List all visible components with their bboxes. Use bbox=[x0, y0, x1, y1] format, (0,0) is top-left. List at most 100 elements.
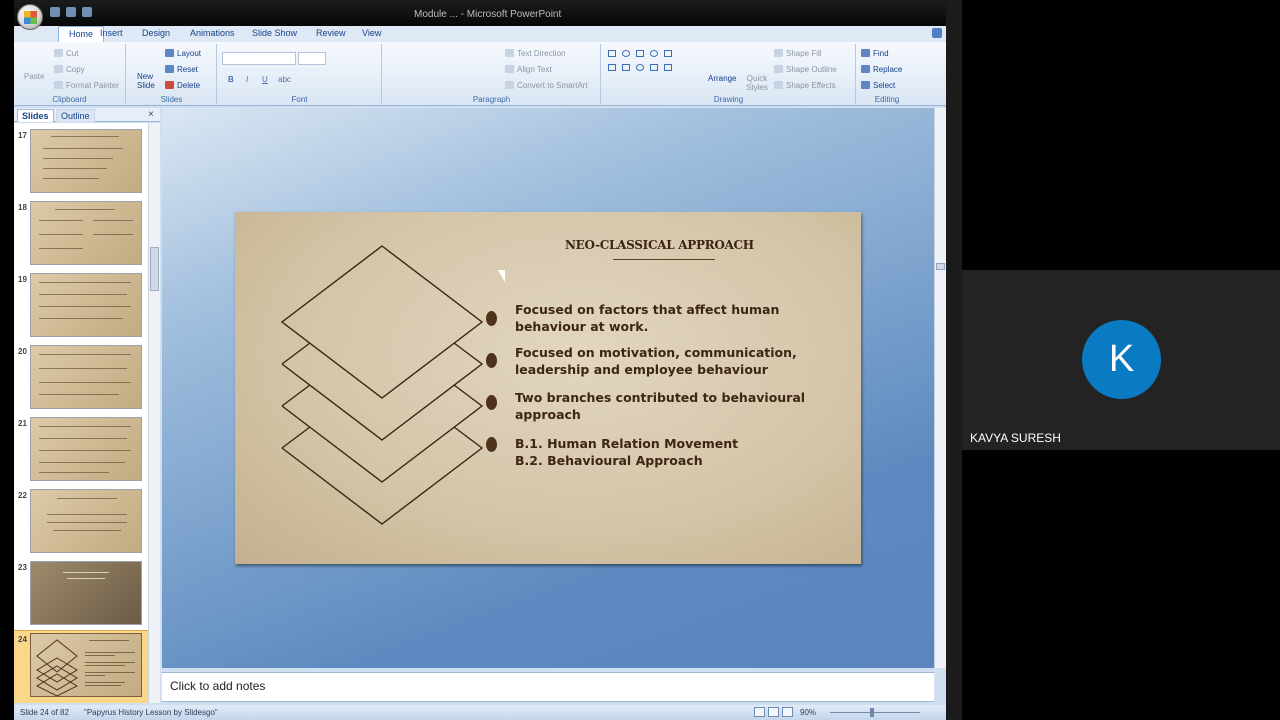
undo-icon[interactable] bbox=[66, 7, 76, 17]
bullet-text[interactable]: B.1. Human Relation Movement B.2. Behavi… bbox=[515, 436, 738, 469]
slide-thumbnail[interactable] bbox=[30, 273, 142, 337]
slide-show-icon[interactable] bbox=[782, 707, 793, 717]
help-icon[interactable] bbox=[932, 28, 942, 38]
oval-shape-icon[interactable] bbox=[622, 50, 630, 57]
arrange-button[interactable]: Arrange bbox=[708, 74, 736, 83]
convert-smartart-button[interactable]: Convert to SmartArt bbox=[505, 81, 588, 90]
thumb-text-line bbox=[39, 306, 131, 307]
font-size-box[interactable] bbox=[298, 52, 326, 65]
notes-pane[interactable]: Click to add notes bbox=[162, 672, 934, 702]
circle-shape-icon[interactable] bbox=[650, 50, 658, 57]
bracket-shape-icon[interactable] bbox=[664, 64, 672, 71]
star-shape-icon[interactable] bbox=[636, 64, 644, 71]
arrow-shape-icon[interactable] bbox=[622, 64, 630, 71]
close-icon[interactable]: × bbox=[148, 109, 154, 120]
italic-button[interactable]: I bbox=[246, 75, 248, 84]
tab-outline[interactable]: Outline bbox=[56, 109, 95, 122]
participant-tile[interactable]: K KAVYA SURESH bbox=[962, 270, 1280, 450]
slide-thumbnail-current[interactable] bbox=[30, 633, 142, 697]
replace-button[interactable]: Replace bbox=[861, 65, 902, 74]
slide-thumbnail[interactable] bbox=[30, 201, 142, 265]
text-direction-label: Text Direction bbox=[517, 49, 566, 58]
copy-button[interactable]: Copy bbox=[54, 65, 85, 74]
theme-name: "Papyrus History Lesson by Slidesgo" bbox=[84, 708, 218, 717]
normal-view-icon[interactable] bbox=[754, 707, 765, 717]
tab-design[interactable]: Design bbox=[142, 28, 170, 38]
layout-button[interactable]: Layout bbox=[165, 49, 201, 58]
thumb-text-line bbox=[39, 426, 131, 427]
textbox-shape-icon[interactable] bbox=[636, 50, 644, 57]
cut-button[interactable]: Cut bbox=[54, 49, 78, 58]
font-name-box[interactable] bbox=[222, 52, 296, 65]
paint-bucket-icon bbox=[774, 49, 783, 57]
tab-insert[interactable]: Insert bbox=[100, 28, 123, 38]
slides-group: New Slide Layout Reset Delete Slides bbox=[127, 44, 217, 104]
slide-sorter-icon[interactable] bbox=[768, 707, 779, 717]
slide-thumbnail[interactable] bbox=[30, 417, 142, 481]
underline-button[interactable]: U bbox=[262, 75, 268, 84]
tab-animations[interactable]: Animations bbox=[190, 28, 235, 38]
select-label: Select bbox=[873, 81, 896, 90]
slide-thumbnail[interactable] bbox=[30, 489, 142, 553]
format-painter-label: Format Painter bbox=[66, 81, 119, 90]
bold-button[interactable]: B bbox=[228, 75, 234, 84]
bullet-text[interactable]: Two branches contributed to behavioural … bbox=[515, 390, 805, 423]
scrollbar-thumb[interactable] bbox=[936, 263, 945, 270]
shape-effects-label: Shape Effects bbox=[786, 81, 836, 90]
slide-thumbnail[interactable] bbox=[30, 129, 142, 193]
replace-icon bbox=[861, 65, 870, 73]
bullet-text[interactable]: Focused on motivation, communication, le… bbox=[515, 345, 797, 378]
slide-thumbnail[interactable] bbox=[30, 561, 142, 625]
shape-effects-button[interactable]: Shape Effects bbox=[774, 81, 836, 90]
tab-review[interactable]: Review bbox=[316, 28, 346, 38]
layout-label: Layout bbox=[177, 49, 202, 58]
thumb-text-line bbox=[39, 282, 131, 283]
align-text-label: Align Text bbox=[517, 65, 552, 74]
shapes-gallery[interactable] bbox=[608, 48, 704, 88]
slide-scrollbar[interactable] bbox=[934, 108, 946, 668]
tab-slides[interactable]: Slides bbox=[17, 109, 54, 122]
zoom-slider[interactable] bbox=[830, 712, 920, 713]
paste-button[interactable]: Paste bbox=[24, 72, 44, 81]
new-slide-button[interactable]: New Slide bbox=[137, 72, 165, 90]
effects-icon bbox=[774, 81, 783, 89]
window-title: Module ... - Microsoft PowerPoint bbox=[414, 9, 562, 20]
thumb-text-line bbox=[55, 209, 115, 210]
thumb-text-line bbox=[39, 220, 83, 221]
shape-outline-button[interactable]: Shape Outline bbox=[774, 65, 837, 74]
scrollbar-thumb[interactable] bbox=[150, 247, 159, 291]
thumbnails-scrollbar[interactable] bbox=[148, 123, 160, 703]
align-text-button[interactable]: Align Text bbox=[505, 65, 552, 74]
strikethrough-button[interactable]: abc bbox=[278, 75, 291, 84]
slide-number: 19 bbox=[18, 275, 27, 284]
replace-label: Replace bbox=[873, 65, 903, 74]
find-button[interactable]: Find bbox=[861, 49, 889, 58]
shape-fill-button[interactable]: Shape Fill bbox=[774, 49, 822, 58]
reset-button[interactable]: Reset bbox=[165, 65, 198, 74]
zoom-level[interactable]: 90% bbox=[800, 708, 816, 717]
office-button[interactable] bbox=[17, 4, 43, 30]
text-direction-button[interactable]: Text Direction bbox=[505, 49, 565, 58]
redo-icon[interactable] bbox=[82, 7, 92, 17]
bullet-text[interactable]: Focused on factors that affect human beh… bbox=[515, 302, 779, 335]
slide-title[interactable]: NEO-CLASSICAL APPROACH bbox=[565, 238, 754, 252]
line-shape-icon[interactable] bbox=[608, 64, 616, 71]
tab-slide-show[interactable]: Slide Show bbox=[252, 28, 297, 38]
save-icon[interactable] bbox=[50, 7, 60, 17]
rectangle-shape-icon[interactable] bbox=[608, 50, 616, 57]
callout-shape-icon[interactable] bbox=[650, 64, 658, 71]
tab-view[interactable]: View bbox=[362, 28, 381, 38]
tab-home[interactable]: Home bbox=[58, 26, 105, 42]
zoom-slider-thumb[interactable] bbox=[870, 708, 874, 717]
status-bar: Slide 24 of 82 "Papyrus History Lesson b… bbox=[14, 705, 946, 720]
slide-number: 17 bbox=[18, 131, 27, 140]
format-painter-button[interactable]: Format Painter bbox=[54, 81, 119, 90]
delete-button[interactable]: Delete bbox=[165, 81, 200, 90]
quick-styles-button[interactable]: Quick Styles bbox=[744, 74, 770, 92]
slide-thumbnail[interactable] bbox=[30, 345, 142, 409]
square-shape-icon[interactable] bbox=[664, 50, 672, 57]
reset-label: Reset bbox=[177, 65, 198, 74]
slide[interactable]: NEO-CLASSICAL APPROACH Focused on factor… bbox=[235, 212, 861, 564]
select-button[interactable]: Select bbox=[861, 81, 895, 90]
convert-smartart-label: Convert to SmartArt bbox=[517, 81, 588, 90]
